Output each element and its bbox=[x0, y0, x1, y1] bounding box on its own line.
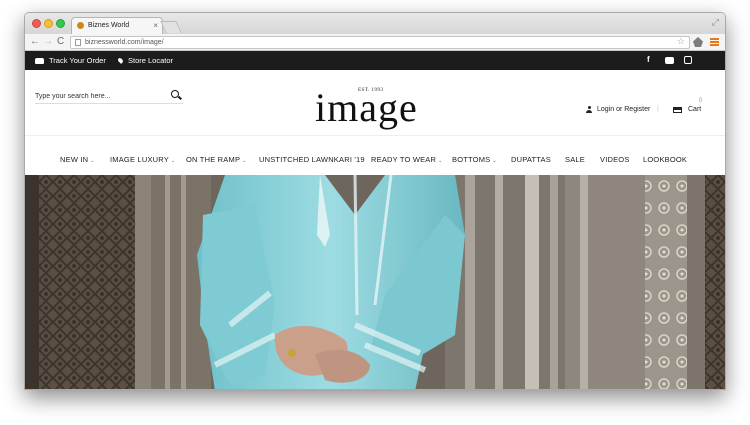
reload-button[interactable]: C bbox=[57, 36, 64, 48]
chevron-down-icon: ⌄ bbox=[438, 158, 443, 164]
nav-label: NEW IN bbox=[60, 155, 89, 164]
browser-window: Biznes World × ⤢ ← → C biznessworld.com/… bbox=[24, 12, 726, 390]
hero-image bbox=[25, 175, 725, 389]
tab-strip: Biznes World × ⤢ bbox=[25, 13, 725, 34]
car-icon bbox=[35, 57, 44, 64]
browser-menu-icon[interactable] bbox=[710, 38, 719, 47]
chevron-down-icon: ⌄ bbox=[170, 158, 176, 164]
nav-label: DUPATTAS bbox=[511, 155, 551, 164]
url-text: biznessworld.com/image/ bbox=[85, 39, 164, 46]
page-icon bbox=[75, 39, 81, 46]
track-order-label: Track Your Order bbox=[49, 56, 106, 65]
site-header: EST. 1993 image Login or Register | Cart… bbox=[25, 70, 725, 136]
site-top-bar: Track Your Order Store Locator f bbox=[25, 51, 725, 70]
instagram-icon[interactable] bbox=[684, 56, 692, 64]
store-locator-label: Store Locator bbox=[128, 56, 174, 65]
address-bar[interactable]: biznessworld.com/image/ ☆ bbox=[70, 36, 690, 49]
nav-label: IMAGE LUXURY bbox=[110, 155, 169, 164]
new-tab-button[interactable] bbox=[160, 21, 182, 33]
browser-toolbar: ← → C biznessworld.com/image/ ☆ bbox=[25, 34, 725, 51]
nav-label: SALE bbox=[565, 155, 585, 164]
nav-label: READY TO WEAR bbox=[371, 155, 437, 164]
nav-label: UNSTITCHED LAWNKARI '19 bbox=[259, 155, 365, 164]
maximize-window-button[interactable] bbox=[56, 19, 65, 28]
nav-item-image-luxury[interactable]: IMAGE LUXURY ⌄ bbox=[110, 155, 175, 164]
nav-item-on-the-ramp[interactable]: ON THE RAMP ⌄ bbox=[186, 155, 247, 164]
chevron-down-icon: ⌄ bbox=[90, 158, 95, 164]
facebook-icon[interactable]: f bbox=[647, 55, 650, 64]
nav-item-videos[interactable]: VIDEOS bbox=[600, 155, 630, 164]
tab-close-icon[interactable]: × bbox=[153, 21, 158, 30]
search-input[interactable] bbox=[35, 90, 183, 104]
nav-item-unstitched-lawnkari[interactable]: UNSTITCHED LAWNKARI '19 bbox=[259, 155, 365, 164]
user-icon bbox=[586, 106, 592, 113]
nav-item-dupattas[interactable]: DUPATTAS bbox=[511, 155, 551, 164]
header-separator: | bbox=[657, 106, 659, 113]
forward-button[interactable]: → bbox=[43, 36, 53, 48]
login-register-label: Login or Register bbox=[597, 106, 651, 113]
chevron-down-icon: ⌄ bbox=[492, 158, 497, 164]
nav-label: VIDEOS bbox=[600, 155, 630, 164]
nav-item-new-in[interactable]: NEW IN ⌄ bbox=[60, 155, 95, 164]
minimize-window-button[interactable] bbox=[44, 19, 53, 28]
close-window-button[interactable] bbox=[32, 19, 41, 28]
login-register-link[interactable]: Login or Register bbox=[586, 106, 650, 113]
tab-title: Biznes World bbox=[88, 22, 130, 29]
browser-tab[interactable]: Biznes World × bbox=[71, 17, 163, 34]
map-pin-icon bbox=[117, 57, 124, 64]
cart-icon bbox=[673, 106, 682, 113]
nav-item-ready-to-wear[interactable]: READY TO WEAR ⌄ bbox=[371, 155, 443, 164]
store-locator-link[interactable]: Store Locator bbox=[117, 56, 174, 65]
chevron-down-icon: ⌄ bbox=[242, 158, 247, 164]
bookmark-star-icon[interactable]: ☆ bbox=[677, 36, 685, 47]
nav-item-sale[interactable]: SALE bbox=[565, 155, 585, 164]
nav-item-bottoms[interactable]: BOTTOMS ⌄ bbox=[452, 155, 497, 164]
nav-label: LOOKBOOK bbox=[643, 155, 688, 164]
back-button[interactable]: ← bbox=[30, 36, 40, 48]
cart-count-badge: 0 bbox=[699, 98, 703, 104]
youtube-icon[interactable] bbox=[665, 57, 674, 64]
nav-label: BOTTOMS bbox=[452, 155, 491, 164]
track-order-link[interactable]: Track Your Order bbox=[35, 56, 106, 65]
site-logo[interactable]: image bbox=[315, 88, 418, 128]
nav-item-lookbook[interactable]: LOOKBOOK bbox=[643, 155, 687, 164]
favicon-icon bbox=[77, 22, 84, 29]
cart-label: Cart bbox=[688, 106, 702, 113]
fullscreen-icon[interactable]: ⤢ bbox=[712, 17, 719, 28]
search-icon[interactable] bbox=[171, 90, 179, 98]
cart-link[interactable]: Cart bbox=[673, 106, 701, 113]
nav-label: ON THE RAMP bbox=[186, 155, 241, 164]
extension-icon[interactable] bbox=[693, 37, 703, 47]
hero-banner[interactable] bbox=[25, 175, 725, 389]
main-navigation: NEW IN ⌄ IMAGE LUXURY ⌄ ON THE RAMP ⌄ UNSTI… bbox=[25, 147, 725, 175]
